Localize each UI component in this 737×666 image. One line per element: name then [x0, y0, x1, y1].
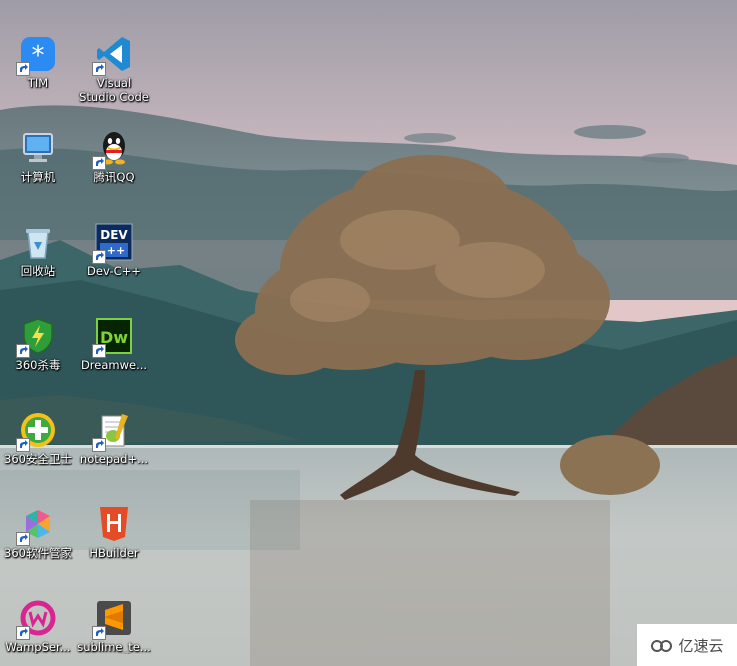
icon-label: sublime_te...: [77, 640, 151, 654]
desktop-icon-computer[interactable]: 计算机: [0, 128, 76, 184]
icon-label: 360软件管家: [4, 546, 72, 560]
cloud-logo-icon: [651, 640, 673, 652]
watermark-text: 亿速云: [678, 636, 724, 655]
desktop-icon-notepadpp[interactable]: notepad+...: [76, 410, 152, 466]
icon-label: TIM: [27, 76, 49, 90]
desktop-icon-qq[interactable]: 腾讯QQ: [76, 128, 152, 184]
desktop-icon-devcpp[interactable]: DEV ++ Dev-C++: [76, 222, 152, 278]
desktop-icon-recycle-bin[interactable]: 回收站: [0, 222, 76, 278]
icon-label: Dreamwe...: [80, 358, 148, 372]
desktop-icon-360-antivirus[interactable]: 360杀毒: [0, 316, 76, 372]
recycle-bin-icon: [26, 229, 50, 259]
shortcut-arrow-icon: [92, 344, 106, 358]
icon-label: notepad+...: [79, 452, 149, 466]
shortcut-arrow-icon: [16, 344, 30, 358]
desktop-icon-sublime[interactable]: sublime_te...: [76, 598, 152, 654]
icon-label: WampSer...: [5, 640, 71, 654]
desktop-icon-dreamweaver[interactable]: Dw Dreamwe...: [76, 316, 152, 372]
hbuilder-icon: [100, 507, 128, 541]
icon-label: 360杀毒: [15, 358, 61, 372]
desktop-icon-hbuilder[interactable]: HBuilder: [76, 504, 152, 560]
shortcut-arrow-icon: [92, 250, 106, 264]
desktop-icon-wampserver[interactable]: WampSer...: [0, 598, 76, 654]
computer-icon: [23, 133, 53, 162]
svg-text:DEV: DEV: [100, 228, 128, 242]
icon-label: Dev-C++: [87, 264, 141, 278]
watermark: 亿速云: [637, 624, 737, 666]
shortcut-arrow-icon: [16, 626, 30, 640]
shortcut-arrow-icon: [16, 438, 30, 452]
icon-label: 360安全卫士: [4, 452, 72, 466]
desktop-icon-360-safe[interactable]: 360安全卫士: [0, 410, 76, 466]
shortcut-arrow-icon: [16, 62, 30, 76]
svg-text:*: *: [32, 41, 45, 71]
icon-label: Visual Studio Code: [79, 76, 149, 104]
shortcut-arrow-icon: [16, 532, 30, 546]
desktop-icon-tim[interactable]: * TIM: [0, 34, 76, 90]
shortcut-arrow-icon: [92, 626, 106, 640]
icon-label: HBuilder: [89, 546, 139, 560]
icon-label: 回收站: [20, 264, 56, 278]
desktop-area: * TIM 计算机 回收站 360杀毒 360安全卫士 360软件管家 Wamp…: [0, 0, 737, 666]
icon-label: 计算机: [20, 170, 56, 184]
svg-text:++: ++: [107, 244, 125, 257]
icon-label: 腾讯QQ: [93, 170, 135, 184]
shortcut-arrow-icon: [92, 156, 106, 170]
shortcut-arrow-icon: [92, 62, 106, 76]
desktop-icon-vscode[interactable]: Visual Studio Code: [76, 34, 152, 104]
desktop-icon-360-software[interactable]: 360软件管家: [0, 504, 76, 560]
shortcut-arrow-icon: [92, 438, 106, 452]
